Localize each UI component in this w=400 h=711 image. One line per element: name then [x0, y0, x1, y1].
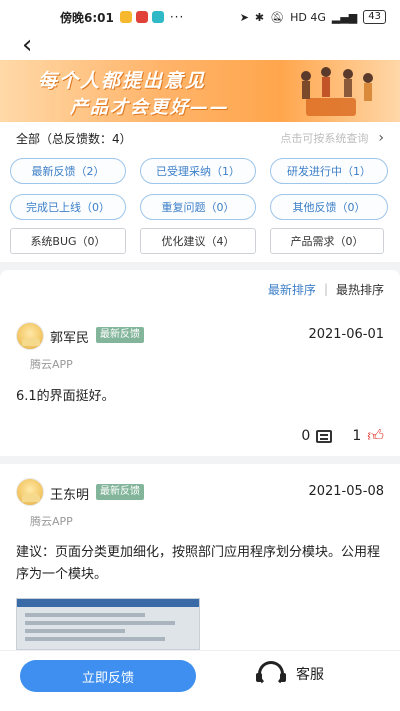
sort-hottest[interactable]: 最热排序 — [336, 281, 384, 298]
user-name: 王东明 — [50, 488, 90, 503]
filter-panel: 全部（总反馈数：4） 点击可按系统查询 › 最新反馈（2） 已受理采纳（1） 研… — [0, 122, 400, 262]
filter-header[interactable]: 全部（总反馈数：4） 点击可按系统查询 › — [16, 128, 384, 148]
submit-feedback-button[interactable]: 立即反馈 — [20, 660, 196, 692]
filter-released[interactable]: 完成已上线（0） — [10, 194, 126, 220]
feedback-date: 2021-05-08 — [308, 484, 384, 499]
customer-service-button[interactable]: 客服 — [256, 661, 324, 687]
headset-icon — [256, 661, 286, 687]
feedback-date: 2021-06-01 — [308, 327, 384, 342]
banner-title-line1: 每个人都提出意见 — [38, 70, 207, 92]
feedback-source: 腾云APP — [30, 358, 73, 371]
notification-icons — [119, 11, 164, 23]
comment-count: 0 — [301, 428, 311, 444]
filter-duplicate[interactable]: 重复问题（0） — [140, 194, 256, 220]
attachment-thumbnail[interactable] — [16, 598, 200, 650]
notification-icon — [135, 11, 148, 23]
chevron-right-icon[interactable]: › — [378, 130, 384, 146]
back-arrow-icon[interactable]: ‹ — [22, 32, 32, 58]
filter-optimization[interactable]: 优化建议（4） — [140, 228, 256, 254]
filter-latest[interactable]: 最新反馈（2） — [10, 158, 126, 184]
system-query-hint[interactable]: 点击可按系统查询 — [280, 130, 368, 146]
feedback-meta: 0 1 👍︎ — [301, 426, 384, 446]
notification-icon — [119, 11, 132, 23]
filter-system-bug[interactable]: 系统BUG（0） — [10, 228, 126, 254]
feedback-content: 建议：页面分类更加细化，按照部门应用程序划分模块。公用程序为一个模块。 — [16, 545, 381, 582]
filter-other[interactable]: 其他反馈（0） — [270, 194, 388, 220]
status-badge: 最新反馈 — [96, 484, 144, 500]
nav-bar: ‹ — [0, 32, 400, 60]
signal-info: HD 4G — [290, 10, 326, 24]
filter-accepted[interactable]: 已受理采纳（1） — [140, 158, 256, 184]
thumbs-up-icon[interactable]: 👍︎ — [367, 426, 384, 446]
location-icon: ➤ — [239, 10, 249, 24]
avatar — [16, 322, 44, 350]
notification-icon — [151, 11, 164, 23]
user-name: 郭军民 — [50, 331, 90, 346]
banner-title-line2: 产品才会更好—— — [70, 97, 230, 118]
status-bar: 傍晚6:01 ··· ➤ ✱ 🔕︎ HD 4G ▂▄▆ 43 — [0, 0, 400, 34]
feedback-content: 6.1的界面挺好。 — [16, 389, 115, 404]
comment-icon[interactable] — [316, 429, 333, 443]
sort-bar: 最新排序 | 最热排序 — [0, 270, 400, 308]
sort-separator: | — [323, 282, 328, 296]
status-badge: 最新反馈 — [96, 327, 144, 343]
bluetooth-icon: ✱ — [254, 10, 265, 24]
status-time: 傍晚6:01 — [60, 10, 114, 25]
feedback-banner: 每个人都提出意见 产品才会更好—— — [0, 60, 400, 122]
feedback-card[interactable]: 郭军民 最新反馈 2021-06-01 腾云APP 6.1的界面挺好。 0 1 … — [0, 308, 400, 456]
feedback-total: 全部（总反馈数：4） — [16, 131, 132, 146]
more-notifications: ··· — [169, 10, 185, 24]
feedback-card[interactable]: 王东明 最新反馈 2021-05-08 腾云APP 建议：页面分类更加细化，按照… — [0, 464, 400, 650]
people-illustration-icon — [301, 67, 373, 116]
status-right: ➤ ✱ 🔕︎ HD 4G ▂▄▆ 43 — [240, 10, 386, 24]
sort-latest[interactable]: 最新排序 — [268, 281, 316, 298]
feedback-source: 腾云APP — [30, 515, 73, 528]
filter-product-demand[interactable]: 产品需求（0） — [270, 228, 384, 254]
battery-icon: 43 — [363, 10, 386, 24]
avatar — [16, 478, 44, 506]
customer-service-label: 客服 — [296, 667, 324, 683]
signal-icon: ▂▄▆ — [331, 10, 358, 24]
like-count: 1 — [352, 428, 362, 444]
filter-in-development[interactable]: 研发进行中（1） — [270, 158, 388, 184]
bottom-bar: 立即反馈 客服 — [0, 650, 400, 711]
mute-icon: 🔕︎ — [270, 10, 285, 24]
